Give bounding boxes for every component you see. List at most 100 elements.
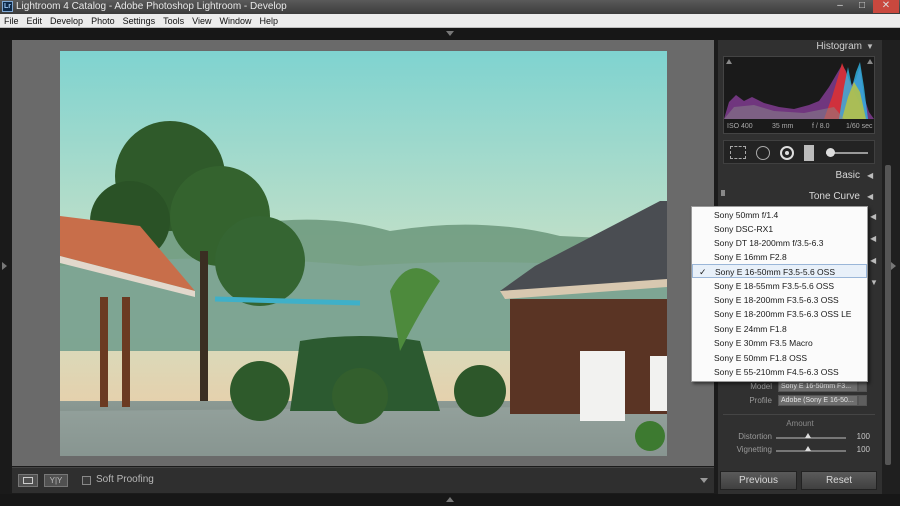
histogram-graph: [724, 62, 874, 119]
lens-option-label: Sony E 18-200mm F3.5-6.3 OSS LE: [714, 309, 852, 319]
develop-tool-strip: [723, 140, 875, 164]
menu-develop[interactable]: Develop: [46, 14, 87, 28]
lens-model-select[interactable]: Sony E 16-50mm F3...: [778, 381, 858, 392]
lens-option-label: Sony E 50mm F1.8 OSS: [714, 353, 808, 363]
amount-label: Amount: [786, 419, 814, 428]
histogram-shutter: 1/60 sec: [846, 123, 873, 130]
expand-filmstrip-icon[interactable]: [446, 497, 454, 502]
distortion-slider-knob[interactable]: [805, 433, 811, 438]
vignetting-value[interactable]: 100: [852, 445, 870, 454]
panel-basic-title[interactable]: Basic: [800, 170, 860, 181]
panel-collapse-icon-1[interactable]: ◀: [870, 212, 876, 221]
lens-option[interactable]: Sony E 18-200mm F3.5-6.3 OSS LE: [692, 307, 867, 321]
loupe-view-icon[interactable]: [18, 474, 38, 487]
lens-option[interactable]: Sony E 55-210mm F4.5-6.3 OSS: [692, 365, 867, 379]
maximize-button[interactable]: □: [851, 0, 873, 13]
lens-model-dropdown: Sony 50mm f/1.4 Sony DSC-RX1 Sony DT 18-…: [691, 206, 868, 382]
photo-image: [60, 51, 667, 456]
lens-option[interactable]: Sony E 30mm F3.5 Macro: [692, 336, 867, 350]
histogram-collapse-icon[interactable]: ▼: [866, 42, 874, 51]
lens-option[interactable]: Sony E 18-200mm F3.5-6.3 OSS: [692, 293, 867, 307]
lens-option-label: Sony E 30mm F3.5 Macro: [714, 338, 813, 348]
collapse-right-icon[interactable]: [891, 262, 896, 270]
lens-option[interactable]: Sony E 24mm F1.8: [692, 322, 867, 336]
minimize-button[interactable]: –: [829, 0, 851, 13]
window-title: Lightroom 4 Catalog - Adobe Photoshop Li…: [16, 1, 287, 12]
distortion-label: Distortion: [738, 432, 772, 441]
close-button[interactable]: ✕: [873, 0, 899, 13]
menu-edit[interactable]: Edit: [23, 14, 47, 28]
lens-option-label: Sony E 16mm F2.8: [714, 252, 787, 262]
red-eye-dot-icon: [785, 151, 789, 155]
lens-option-label: Sony E 18-55mm F3.5-5.6 OSS: [714, 281, 834, 291]
lens-option-label: Sony DSC-RX1: [714, 224, 774, 234]
window-titlebar: Lr Lightroom 4 Catalog - Adobe Photoshop…: [0, 0, 900, 14]
lens-model-stepper-icon[interactable]: [858, 381, 867, 392]
panel-expand-icon[interactable]: ▼: [870, 278, 878, 287]
red-eye-icon[interactable]: [780, 146, 794, 160]
reset-button[interactable]: Reset: [801, 471, 877, 490]
histogram-focal-length: 35 mm: [772, 123, 794, 130]
vignetting-slider-knob[interactable]: [805, 446, 811, 451]
distortion-value[interactable]: 100: [852, 432, 870, 441]
toolbar-menu-icon[interactable]: [700, 478, 708, 483]
right-panel-edge: [882, 40, 900, 494]
histogram-title[interactable]: Histogram: [800, 41, 862, 52]
top-panel-toggle-strip[interactable]: [0, 28, 900, 40]
menu-file[interactable]: File: [0, 14, 23, 28]
develop-toolbar: Y|Y Soft Proofing: [12, 467, 714, 493]
lens-option-label: Sony 50mm f/1.4: [714, 210, 779, 220]
right-panel-scrollbar[interactable]: [885, 165, 891, 465]
soft-proofing-checkbox[interactable]: [82, 476, 91, 485]
lens-model-label: Model: [750, 382, 772, 391]
panel-tone-curve-title[interactable]: Tone Curve: [780, 191, 860, 202]
lens-option[interactable]: Sony E 50mm F1.8 OSS: [692, 351, 867, 365]
vignetting-slider[interactable]: [776, 450, 846, 452]
lens-option-label: Sony E 55-210mm F4.5-6.3 OSS: [714, 367, 839, 377]
lightroom-app-icon: Lr: [2, 1, 13, 12]
lens-profile-stepper-icon[interactable]: [858, 395, 867, 406]
lens-option[interactable]: Sony DSC-RX1: [692, 222, 867, 236]
panel-collapse-icon-2[interactable]: ◀: [870, 234, 876, 243]
expand-left-icon[interactable]: [2, 262, 7, 270]
previous-button[interactable]: Previous: [720, 471, 797, 490]
lens-option-label: Sony E 24mm F1.8: [714, 324, 787, 334]
tone-curve-target-icon[interactable]: [721, 190, 725, 196]
adjustment-brush-icon[interactable]: [826, 148, 835, 157]
menu-help[interactable]: Help: [256, 14, 283, 28]
collapse-top-icon[interactable]: [446, 31, 454, 36]
lens-profile-select[interactable]: Adobe (Sony E 16-50...: [778, 395, 858, 406]
crop-overlay-icon[interactable]: [730, 146, 746, 159]
left-panel-toggle-strip[interactable]: [0, 40, 10, 506]
amount-divider: [723, 414, 875, 415]
panel-collapse-icon-3[interactable]: ◀: [870, 256, 876, 265]
menu-photo[interactable]: Photo: [87, 14, 119, 28]
checkmark-icon: ✓: [699, 267, 707, 277]
loupe-frame-icon: [23, 477, 33, 484]
distortion-slider[interactable]: [776, 437, 846, 439]
menu-view[interactable]: View: [188, 14, 215, 28]
panel-basic-collapse-icon[interactable]: ◀: [867, 171, 873, 180]
lens-option-label: Sony E 16-50mm F3.5-5.6 OSS: [715, 267, 835, 277]
soft-proofing-label: Soft Proofing: [96, 474, 154, 485]
histogram-iso: ISO 400: [727, 123, 753, 130]
lens-option-selected[interactable]: ✓ Sony E 16-50mm F3.5-5.6 OSS: [692, 264, 867, 278]
lens-option[interactable]: Sony 50mm f/1.4: [692, 208, 867, 222]
lens-option[interactable]: Sony E 16mm F2.8: [692, 250, 867, 264]
menu-bar: File Edit Develop Photo Settings Tools View Win…: [0, 14, 900, 28]
spot-removal-icon[interactable]: [756, 146, 770, 160]
compare-view-button[interactable]: Y|Y: [44, 474, 68, 487]
vignetting-label: Vignetting: [736, 445, 772, 454]
menu-window[interactable]: Window: [216, 14, 256, 28]
menu-settings[interactable]: Settings: [119, 14, 160, 28]
menu-tools[interactable]: Tools: [159, 14, 188, 28]
lens-option[interactable]: Sony E 18-55mm F3.5-5.6 OSS: [692, 279, 867, 293]
highlight-clipping-icon[interactable]: [867, 59, 873, 64]
photo-preview: [60, 51, 667, 456]
bottom-panel-toggle-strip[interactable]: [0, 494, 900, 506]
graduated-filter-icon[interactable]: [804, 145, 814, 161]
lens-option-label: Sony E 18-200mm F3.5-6.3 OSS: [714, 295, 839, 305]
panel-tone-curve-collapse-icon[interactable]: ◀: [867, 192, 873, 201]
shadow-clipping-icon[interactable]: [726, 59, 732, 64]
lens-option[interactable]: Sony DT 18-200mm f/3.5-6.3: [692, 236, 867, 250]
